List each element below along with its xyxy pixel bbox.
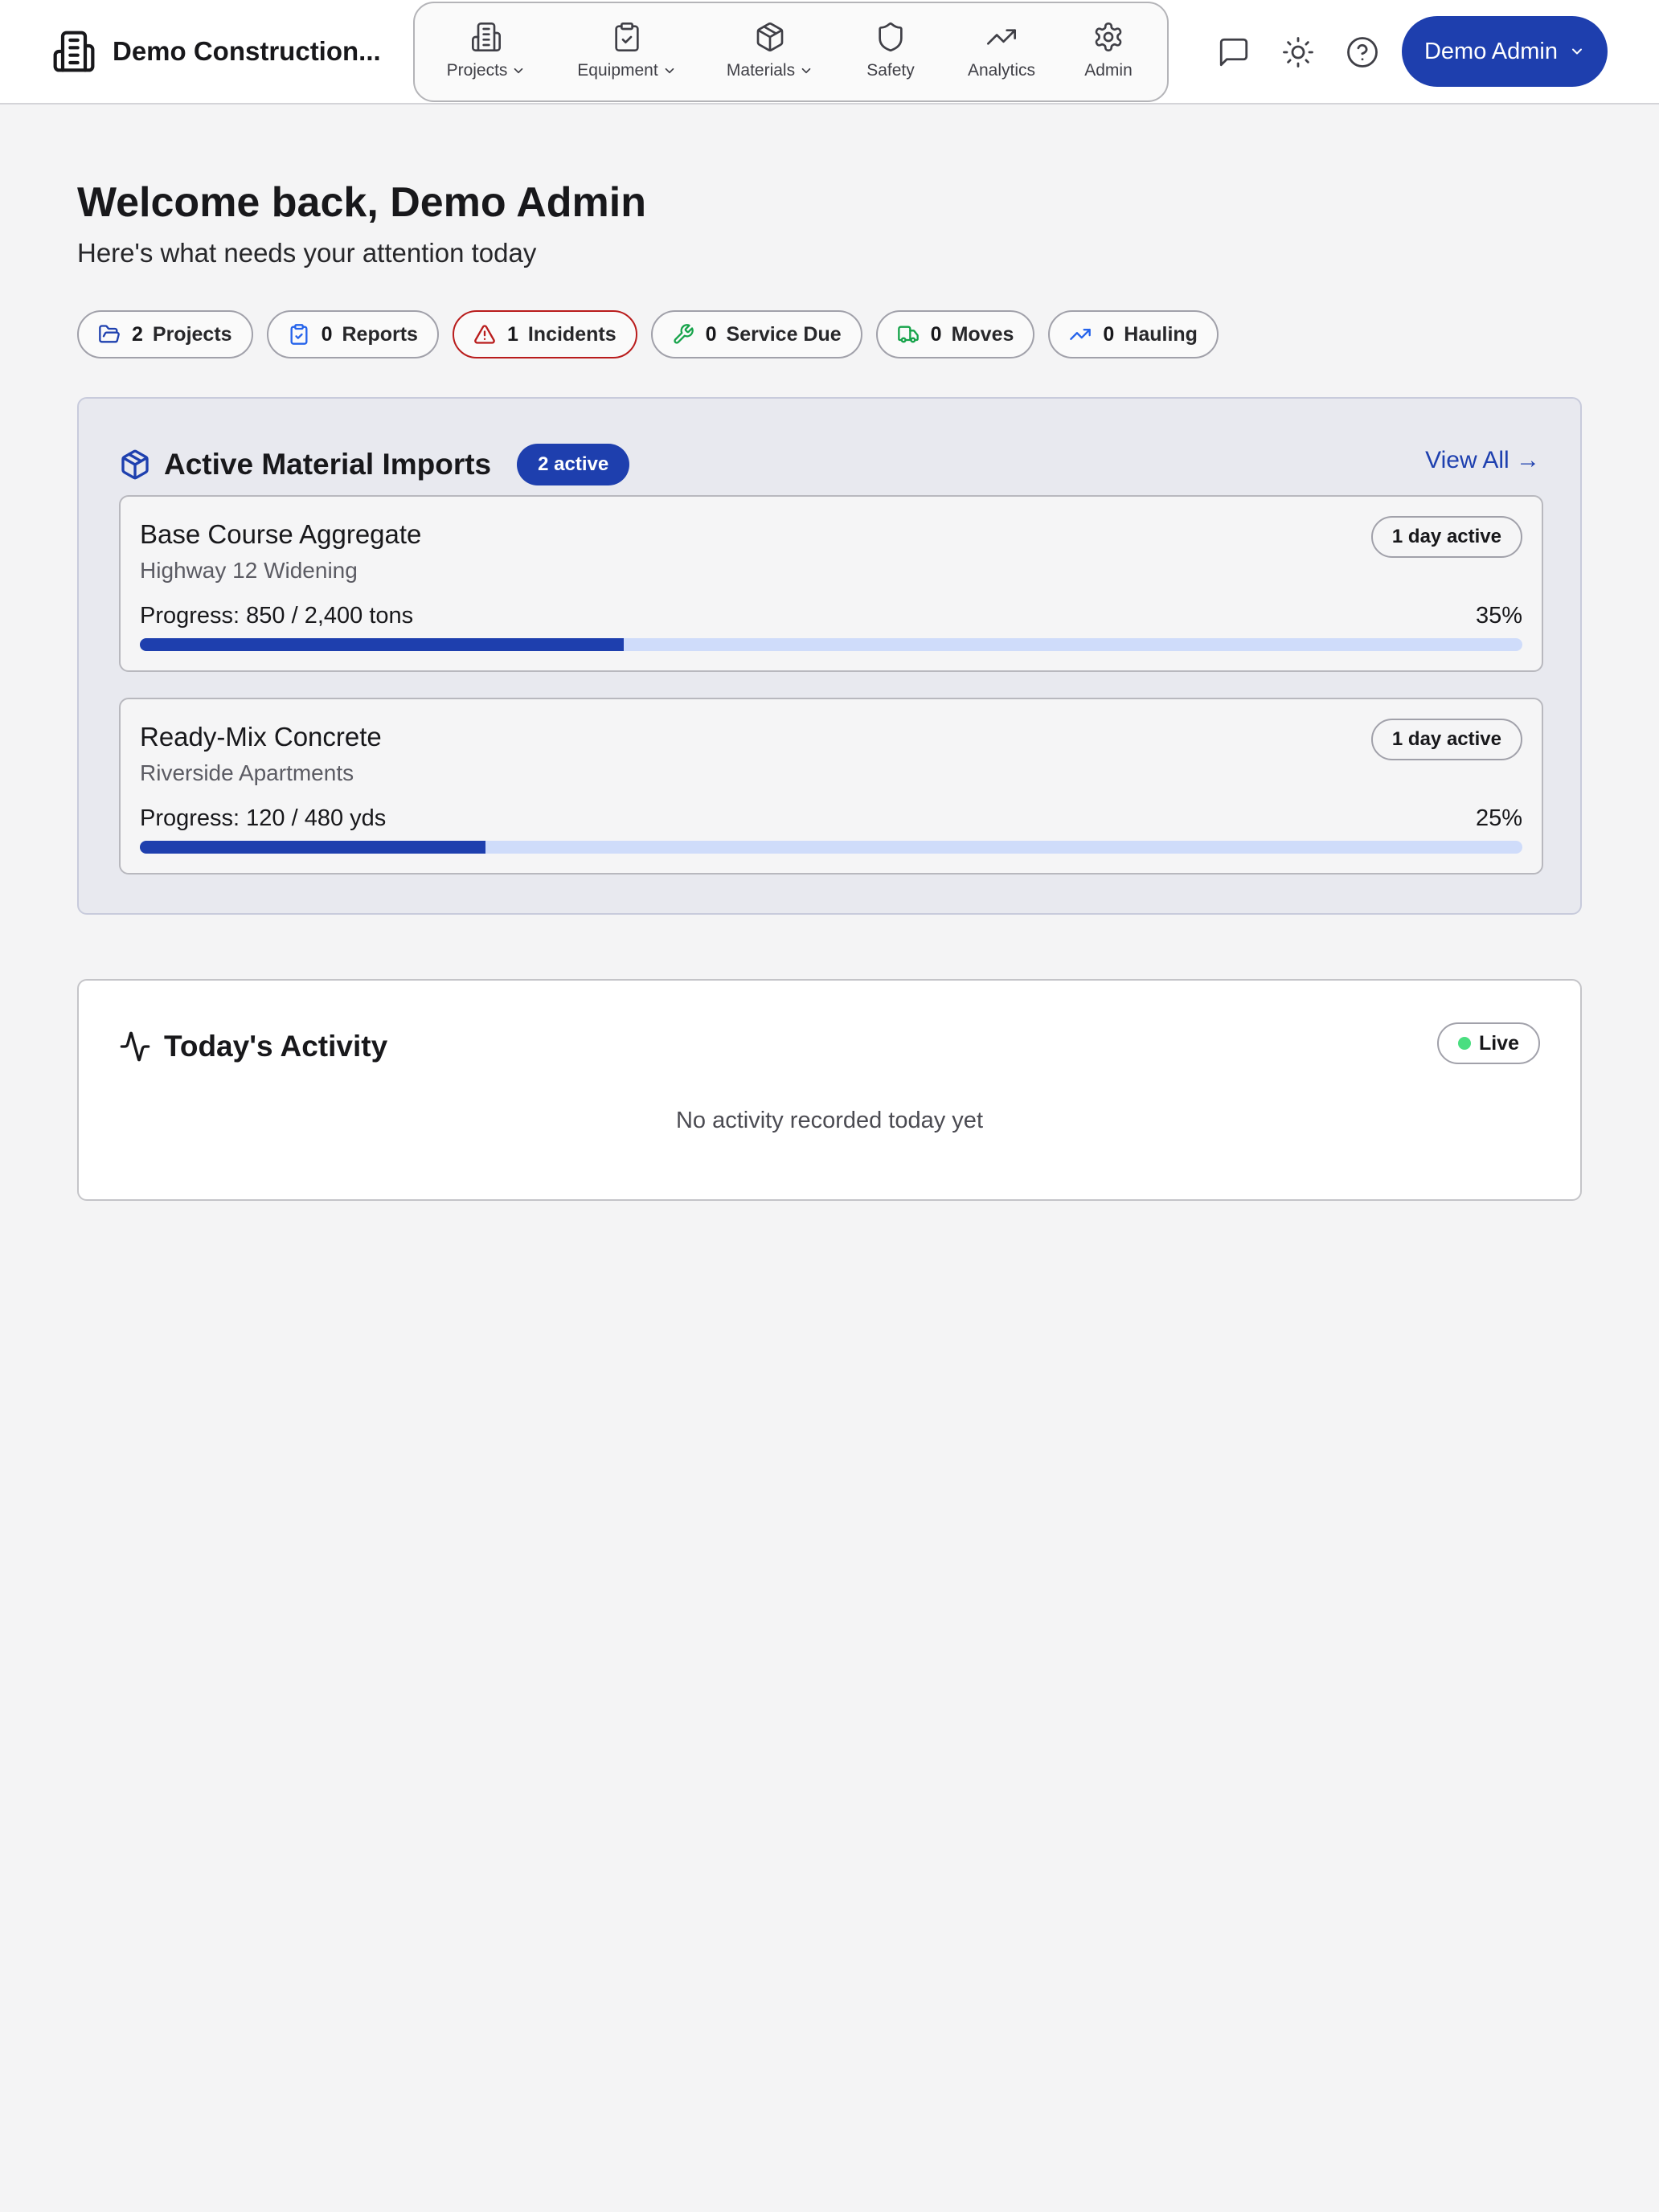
trending-up-icon: [1069, 323, 1103, 346]
stat-chip-projects[interactable]: 2 Projects: [77, 310, 253, 358]
brand-name: Demo Construction...: [113, 36, 381, 66]
card-header: Active Material Imports 2 active: [119, 442, 630, 487]
nav-safety[interactable]: Safety: [858, 21, 923, 88]
card-title: Active Material Imports: [164, 448, 492, 481]
nav-projects-label: Projects: [446, 61, 508, 80]
stat-count: 2: [132, 322, 143, 346]
stat-chip-reports[interactable]: 0 Reports: [266, 310, 439, 358]
building-icon: [51, 29, 96, 74]
folder-open-icon: [98, 323, 132, 346]
sun-icon: [1281, 35, 1315, 69]
nav-equipment[interactable]: Equipment: [572, 21, 682, 88]
clipboard-check-icon: [288, 323, 322, 346]
activity-icon: [119, 1030, 151, 1063]
clipboard-check-icon: [611, 21, 643, 53]
package-icon: [754, 21, 786, 53]
nav-equipment-label: Equipment: [577, 61, 658, 80]
empty-state-message: No activity recorded today yet: [675, 1108, 983, 1133]
live-dot-icon: [1457, 1037, 1471, 1050]
messages-button[interactable]: [1214, 32, 1254, 72]
package-icon: [119, 449, 151, 481]
trending-up-icon: [985, 21, 1018, 53]
stat-count: 0: [930, 322, 942, 346]
nav-analytics-label: Analytics: [967, 61, 1036, 80]
user-menu-button[interactable]: Demo Admin: [1402, 16, 1608, 87]
nav-materials-label: Materials: [726, 61, 796, 80]
stat-label: Moves: [951, 322, 1014, 346]
brand[interactable]: Demo Construction...: [51, 26, 386, 77]
view-all-link[interactable]: View All →: [1425, 447, 1540, 474]
stat-label: Hauling: [1124, 322, 1198, 346]
stat-count: 0: [321, 322, 333, 346]
import-material-name: Ready-Mix Concrete: [140, 722, 382, 752]
page-subtitle: Here's what needs your attention today: [77, 238, 537, 268]
stat-chip-moves[interactable]: 0 Moves: [875, 310, 1035, 358]
progress-bar: [140, 841, 1522, 854]
stat-chip-incidents[interactable]: 1 Incidents: [452, 310, 637, 358]
active-material-imports-card: Active Material Imports 2 active View Al…: [77, 397, 1582, 915]
stat-count: 0: [1103, 322, 1115, 346]
alert-triangle-icon: [473, 323, 507, 346]
card-header: Today's Activity: [119, 1024, 387, 1069]
nav-analytics[interactable]: Analytics: [961, 21, 1042, 88]
stat-label: Service Due: [726, 322, 842, 346]
main-nav: Projects Equipment Materials Safety Anal…: [413, 2, 1169, 102]
card-title: Today's Activity: [164, 1030, 388, 1063]
import-project-name: Highway 12 Widening: [140, 558, 358, 583]
page-title: Welcome back, Demo Admin: [77, 179, 646, 226]
progress-percent: 35%: [1475, 603, 1522, 629]
stat-chips: 2 Projects 0 Reports 1 Incidents 0 Servi…: [77, 310, 1232, 358]
nav-projects[interactable]: Projects: [442, 21, 530, 88]
nav-admin[interactable]: Admin: [1079, 21, 1138, 88]
stat-label: Projects: [152, 322, 232, 346]
live-badge: Live: [1436, 1022, 1540, 1064]
gear-icon: [1092, 21, 1124, 53]
import-item[interactable]: Ready-Mix Concrete Riverside Apartments …: [119, 698, 1543, 875]
message-icon: [1217, 35, 1251, 69]
stat-chip-service-due[interactable]: 0 Service Due: [650, 310, 862, 358]
wrench-icon: [672, 323, 706, 346]
duration-badge: 1 day active: [1370, 516, 1522, 558]
chevron-down-icon: [511, 63, 526, 78]
stat-chip-hauling[interactable]: 0 Hauling: [1048, 310, 1219, 358]
stat-label: Reports: [342, 322, 418, 346]
progress-bar-fill: [140, 841, 485, 854]
progress-bar: [140, 638, 1522, 651]
progress-percent: 25%: [1475, 805, 1522, 831]
chevron-down-icon: [799, 63, 813, 78]
progress-text: Progress: 850 / 2,400 tons: [140, 603, 414, 629]
help-icon: [1346, 35, 1379, 69]
duration-badge: 1 day active: [1370, 719, 1522, 760]
stat-count: 0: [705, 322, 717, 346]
chevron-down-icon: [662, 63, 677, 78]
todays-activity-card: Today's Activity Live No activity record…: [77, 979, 1582, 1201]
truck-icon: [897, 323, 931, 346]
live-label: Live: [1478, 1031, 1519, 1055]
shield-icon: [875, 21, 907, 53]
user-menu-label: Demo Admin: [1423, 38, 1558, 64]
chevron-down-icon: [1558, 43, 1585, 59]
active-count-badge: 2 active: [517, 444, 630, 485]
import-material-name: Base Course Aggregate: [140, 519, 422, 549]
import-item[interactable]: Base Course Aggregate Highway 12 Widenin…: [119, 495, 1543, 672]
nav-materials[interactable]: Materials: [720, 21, 820, 88]
progress-bar-fill: [140, 638, 624, 651]
import-project-name: Riverside Apartments: [140, 760, 354, 785]
progress-text: Progress: 120 / 480 yds: [140, 805, 387, 831]
top-header: Demo Construction... Projects Equipment …: [0, 0, 1659, 104]
help-button[interactable]: [1342, 32, 1382, 72]
building-icon: [470, 21, 502, 53]
nav-admin-label: Admin: [1084, 61, 1133, 80]
nav-safety-label: Safety: [866, 61, 915, 80]
stat-count: 1: [506, 322, 518, 346]
stat-label: Incidents: [527, 322, 616, 346]
theme-toggle-button[interactable]: [1278, 32, 1318, 72]
